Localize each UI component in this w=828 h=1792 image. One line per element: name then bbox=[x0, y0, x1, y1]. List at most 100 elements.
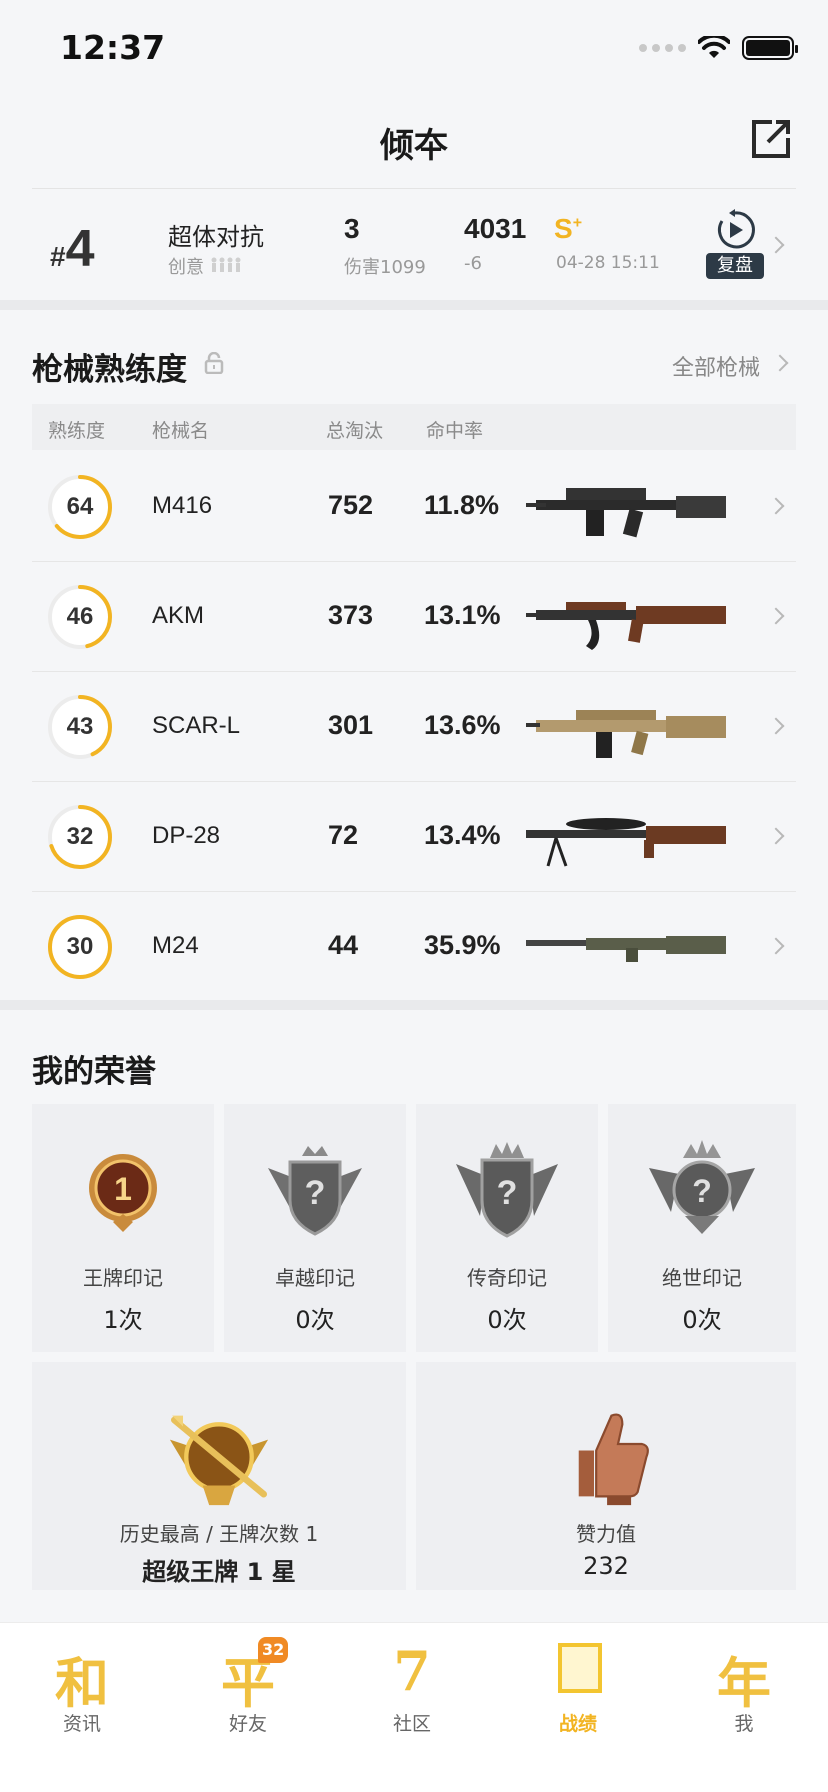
match-kills: 3 bbox=[344, 213, 360, 244]
match-grade: S+ bbox=[554, 213, 583, 244]
svg-text:1: 1 bbox=[114, 1171, 132, 1207]
thumbs-up-icon bbox=[578, 1413, 649, 1506]
svg-text:?: ? bbox=[497, 1174, 518, 1212]
weapon-row[interactable]: 43 SCAR-L 301 13.6% bbox=[32, 672, 796, 782]
weapon-row[interactable]: 32 DP-28 72 13.4% bbox=[32, 782, 796, 892]
all-weapons-link[interactable]: 全部枪械 bbox=[672, 350, 760, 382]
wifi-icon bbox=[698, 36, 730, 58]
honor-count: 0次 bbox=[295, 1306, 335, 1334]
chevron-right-icon bbox=[767, 827, 785, 845]
weapon-name: AKM bbox=[152, 602, 205, 629]
tab-community[interactable]: 7 社区 bbox=[352, 1639, 472, 1749]
ace-mark-icon: 1 bbox=[89, 1154, 157, 1232]
chevron-right-icon bbox=[767, 607, 785, 625]
tab-friends[interactable]: 平 32 好友 bbox=[188, 1637, 308, 1749]
replay-label: 复盘 bbox=[706, 253, 764, 279]
signal-icon bbox=[639, 44, 686, 52]
ace-trophy-icon bbox=[169, 1415, 269, 1506]
header-hit-rate: 命中率 bbox=[426, 420, 484, 442]
weapon-name: M416 bbox=[152, 492, 213, 519]
section-divider bbox=[0, 1000, 828, 1010]
honor-card-highest-tier[interactable]: 历史最高 / 王牌次数 1 超级王牌 1 星 bbox=[32, 1362, 406, 1590]
section-divider bbox=[0, 300, 828, 310]
weapon-hit-rate: 35.9% bbox=[424, 930, 501, 960]
svg-text:?: ? bbox=[692, 1173, 712, 1209]
match-score-delta: -6 bbox=[464, 253, 482, 274]
chevron-right-icon bbox=[767, 937, 785, 955]
match-damage: 伤害1099 bbox=[344, 257, 426, 278]
notification-badge: 32 bbox=[258, 1637, 289, 1663]
excellent-mark-icon: ? bbox=[268, 1146, 362, 1236]
weapon-image bbox=[526, 818, 726, 867]
status-bar: 12:37 bbox=[0, 0, 828, 100]
header-name: 枪械名 bbox=[152, 420, 210, 442]
weapon-name: SCAR-L bbox=[152, 712, 241, 739]
weapon-row[interactable]: 64 M416 752 11.8% bbox=[32, 452, 796, 562]
tab-label: 社区 bbox=[392, 1713, 431, 1735]
chevron-right-icon bbox=[767, 497, 785, 515]
battery-icon bbox=[742, 36, 798, 60]
weapon-kills: 373 bbox=[328, 600, 374, 630]
chevron-right-icon bbox=[767, 717, 785, 735]
weapon-kills: 301 bbox=[328, 710, 374, 740]
mastery-value: 46 bbox=[66, 603, 94, 630]
match-mode: 超体对抗 bbox=[168, 223, 264, 251]
tab-news[interactable]: 和 资讯 bbox=[22, 1639, 142, 1749]
me-tab-icon: 年 bbox=[717, 1651, 771, 1715]
honor-card-likes[interactable]: 赞力值 232 bbox=[416, 1362, 796, 1590]
honor-label: 王牌印记 bbox=[83, 1266, 163, 1290]
news-tab-icon: 和 bbox=[55, 1651, 109, 1715]
honor-card-peerless[interactable]: ? 绝世印记 0次 bbox=[608, 1104, 796, 1352]
community-tab-icon: 7 bbox=[393, 1639, 431, 1703]
match-rank: #4 bbox=[50, 220, 95, 278]
likes-value: 232 bbox=[583, 1552, 629, 1580]
share-icon[interactable] bbox=[748, 116, 794, 162]
mastery-value: 43 bbox=[66, 713, 94, 740]
stats-tab-icon bbox=[558, 1643, 602, 1693]
weapon-image bbox=[526, 936, 726, 962]
match-score: 4031 bbox=[464, 213, 527, 244]
mastery-value: 30 bbox=[66, 933, 94, 960]
honor-card-legendary[interactable]: ? 传奇印记 0次 bbox=[416, 1104, 598, 1352]
replay-icon bbox=[717, 209, 755, 249]
weapon-hit-rate: 11.8% bbox=[424, 490, 500, 520]
status-icons bbox=[639, 36, 798, 60]
tab-label: 资讯 bbox=[62, 1713, 101, 1735]
honor-card-excellent[interactable]: ? 卓越印记 0次 bbox=[224, 1104, 406, 1352]
chevron-right-icon bbox=[767, 236, 785, 254]
honor-label: 传奇印记 bbox=[467, 1266, 547, 1290]
weapon-kills: 72 bbox=[328, 820, 359, 850]
tab-me[interactable]: 年 我 bbox=[684, 1639, 804, 1749]
recent-match-card[interactable]: #4 超体对抗 创意 3 伤害1099 4031 -6 S+ 04-28 15:… bbox=[32, 188, 796, 300]
weapons-table-header: 熟练度 枪械名 总淘汰 命中率 bbox=[32, 404, 796, 450]
status-time: 12:37 bbox=[60, 28, 166, 67]
honor-label: 绝世印记 bbox=[662, 1266, 742, 1290]
weapon-hit-rate: 13.1% bbox=[424, 600, 501, 630]
weapon-row[interactable]: 30 M24 44 35.9% bbox=[32, 892, 796, 1002]
weapons-section-title: 枪械熟练度 bbox=[32, 352, 187, 388]
weapon-kills: 752 bbox=[328, 490, 374, 520]
tab-stats[interactable]: 战绩 bbox=[518, 1639, 638, 1749]
match-mode-sub: 创意 bbox=[168, 253, 244, 279]
weapon-hit-rate: 13.6% bbox=[424, 710, 501, 740]
tab-label: 战绩 bbox=[558, 1713, 597, 1735]
page-title: 倾夲 bbox=[380, 126, 448, 166]
weapon-hit-rate: 13.4% bbox=[424, 820, 501, 850]
weapon-kills: 44 bbox=[328, 930, 359, 960]
chevron-right-icon bbox=[771, 354, 789, 372]
highest-tier-value: 超级王牌 1 星 bbox=[142, 1558, 296, 1586]
weapon-image bbox=[526, 602, 726, 650]
weapon-name: M24 bbox=[152, 932, 199, 959]
honor-card-ace[interactable]: 1 王牌印记 1次 bbox=[32, 1104, 214, 1352]
tab-label: 好友 bbox=[228, 1713, 267, 1735]
mastery-value: 64 bbox=[66, 493, 94, 520]
weapon-image bbox=[526, 710, 726, 758]
weapon-image bbox=[526, 488, 726, 538]
replay-button[interactable]: 复盘 bbox=[706, 209, 764, 279]
weapon-row[interactable]: 46 AKM 373 13.1% bbox=[32, 562, 796, 672]
honor-count: 1次 bbox=[103, 1306, 143, 1334]
svg-text:?: ? bbox=[305, 1174, 326, 1212]
honor-label: 卓越印记 bbox=[275, 1266, 355, 1290]
honor-count: 0次 bbox=[682, 1306, 722, 1334]
weapon-name: DP-28 bbox=[152, 822, 221, 849]
